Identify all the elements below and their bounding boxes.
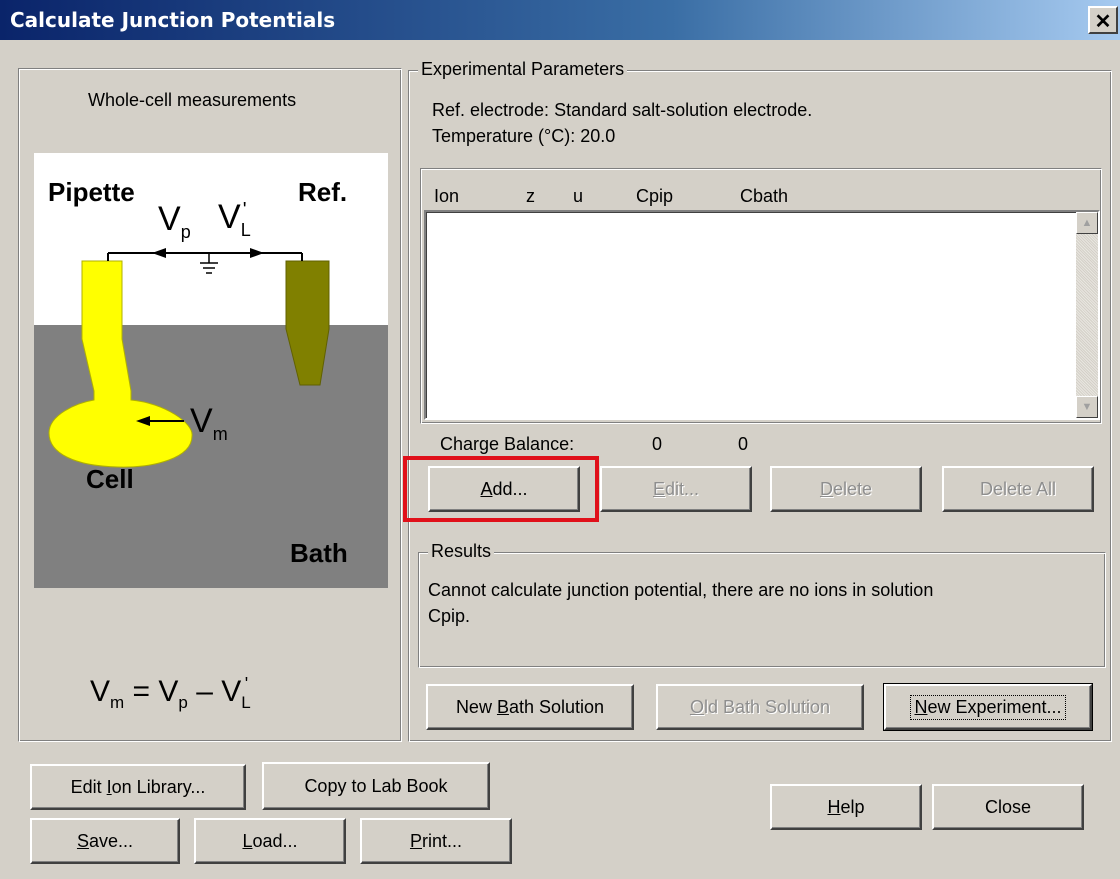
close-window-button[interactable]: ✕: [1088, 6, 1118, 34]
label-vm: Vm: [190, 402, 228, 444]
old-bath-solution-button[interactable]: Old Bath Solution: [656, 684, 864, 730]
experimental-parameters-label: Experimental Parameters: [418, 59, 628, 80]
ion-list-scrollbar[interactable]: ▲ ▼: [1076, 212, 1098, 418]
temperature-text: Temperature (°C): 20.0: [432, 126, 616, 146]
edit-ion-library-button[interactable]: Edit Ion Library...: [30, 764, 246, 810]
label-cell: Cell: [86, 464, 134, 494]
equation: Vm = Vp – VL': [90, 674, 251, 712]
label-vp: Vp: [158, 200, 191, 242]
save-button[interactable]: Save...: [30, 818, 180, 864]
window-title: Calculate Junction Potentials: [10, 8, 336, 32]
close-icon: ✕: [1094, 11, 1112, 33]
results-label: Results: [428, 541, 495, 562]
label-pipette: Pipette: [48, 177, 135, 207]
copy-to-lab-book-button[interactable]: Copy to Lab Book: [262, 762, 490, 810]
col-ion: Ion: [434, 186, 460, 206]
whole-cell-diagram: [34, 153, 388, 588]
scroll-up-button[interactable]: ▲: [1076, 212, 1098, 234]
ion-list[interactable]: ▲ ▼: [424, 210, 1100, 420]
close-button[interactable]: Close: [932, 784, 1084, 830]
ref-electrode-text: Ref. electrode: Standard salt-solution e…: [432, 100, 813, 120]
title-bar: Calculate Junction Potentials ✕: [0, 0, 1120, 40]
load-button[interactable]: Load...: [194, 818, 346, 864]
results-line-1: Cannot calculate junction potential, the…: [428, 580, 934, 600]
diagram-heading: Whole-cell measurements: [88, 90, 297, 110]
new-bath-solution-button[interactable]: New Bath Solution: [426, 684, 634, 730]
new-experiment-button[interactable]: New Experiment...: [883, 683, 1093, 731]
col-u: u: [573, 186, 584, 206]
scroll-down-button[interactable]: ▼: [1076, 396, 1098, 418]
charge-balance-pip: 0: [652, 434, 663, 454]
print-button[interactable]: Print...: [360, 818, 512, 864]
results-line-2: Cpip.: [428, 606, 471, 626]
help-button[interactable]: Help: [770, 784, 922, 830]
delete-all-button[interactable]: Delete All: [942, 466, 1094, 512]
charge-balance-bath: 0: [738, 434, 749, 454]
edit-ion-button[interactable]: Edit...: [600, 466, 752, 512]
col-cbath: Cbath: [740, 186, 789, 206]
col-cpip: Cpip: [636, 186, 674, 206]
results-group: [418, 552, 1106, 668]
label-bath: Bath: [290, 538, 348, 568]
charge-balance-label: Charge Balance:: [440, 434, 575, 454]
add-button-highlight: [403, 456, 599, 522]
label-vl: VL': [218, 198, 251, 240]
col-z: z: [526, 186, 535, 206]
label-ref: Ref.: [298, 177, 348, 207]
delete-ion-button[interactable]: Delete: [770, 466, 922, 512]
